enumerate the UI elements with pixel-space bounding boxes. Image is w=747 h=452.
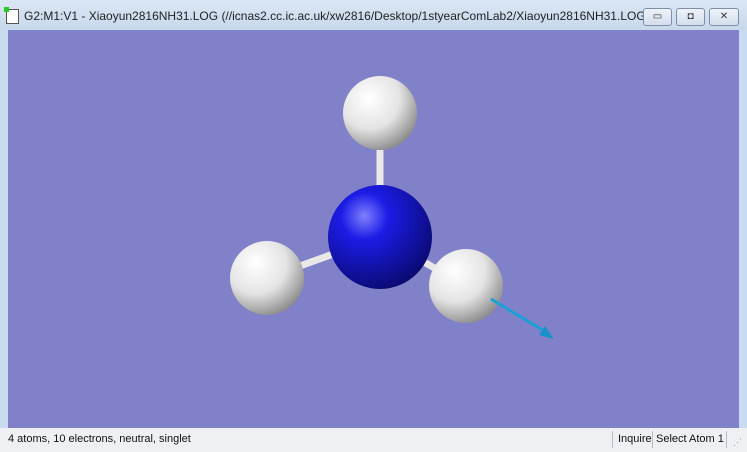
minimize-button[interactable]: ▭: [643, 8, 672, 26]
close-button[interactable]: ✕: [709, 8, 739, 26]
window-title: G2:M1:V1 - Xiaoyun2816NH31.LOG (//icnas2…: [24, 9, 650, 23]
divider: [612, 431, 613, 448]
displacement-vector-arrow: [490, 297, 554, 339]
maximize-button[interactable]: ◘: [676, 8, 705, 26]
atom-h-top[interactable]: [343, 76, 417, 150]
atom-h-right[interactable]: [429, 249, 503, 323]
molecule-viewer[interactable]: [8, 30, 739, 428]
title-bar: G2:M1:V1 - Xiaoyun2816NH31.LOG (//icnas2…: [0, 0, 747, 30]
status-bar: 4 atoms, 10 electrons, neutral, singlet …: [0, 428, 747, 452]
atom-nitrogen[interactable]: [328, 185, 432, 289]
selection-indicator: Select Atom 1: [656, 433, 724, 445]
atom-h-left[interactable]: [230, 241, 304, 315]
resize-grip-icon[interactable]: ⋰: [733, 437, 742, 448]
molecule-svg[interactable]: [8, 30, 739, 428]
divider: [726, 431, 727, 448]
divider: [652, 431, 653, 448]
mode-indicator: Inquire: [618, 433, 652, 445]
app-icon[interactable]: [4, 7, 19, 24]
molecule-info: 4 atoms, 10 electrons, neutral, singlet: [8, 433, 191, 445]
